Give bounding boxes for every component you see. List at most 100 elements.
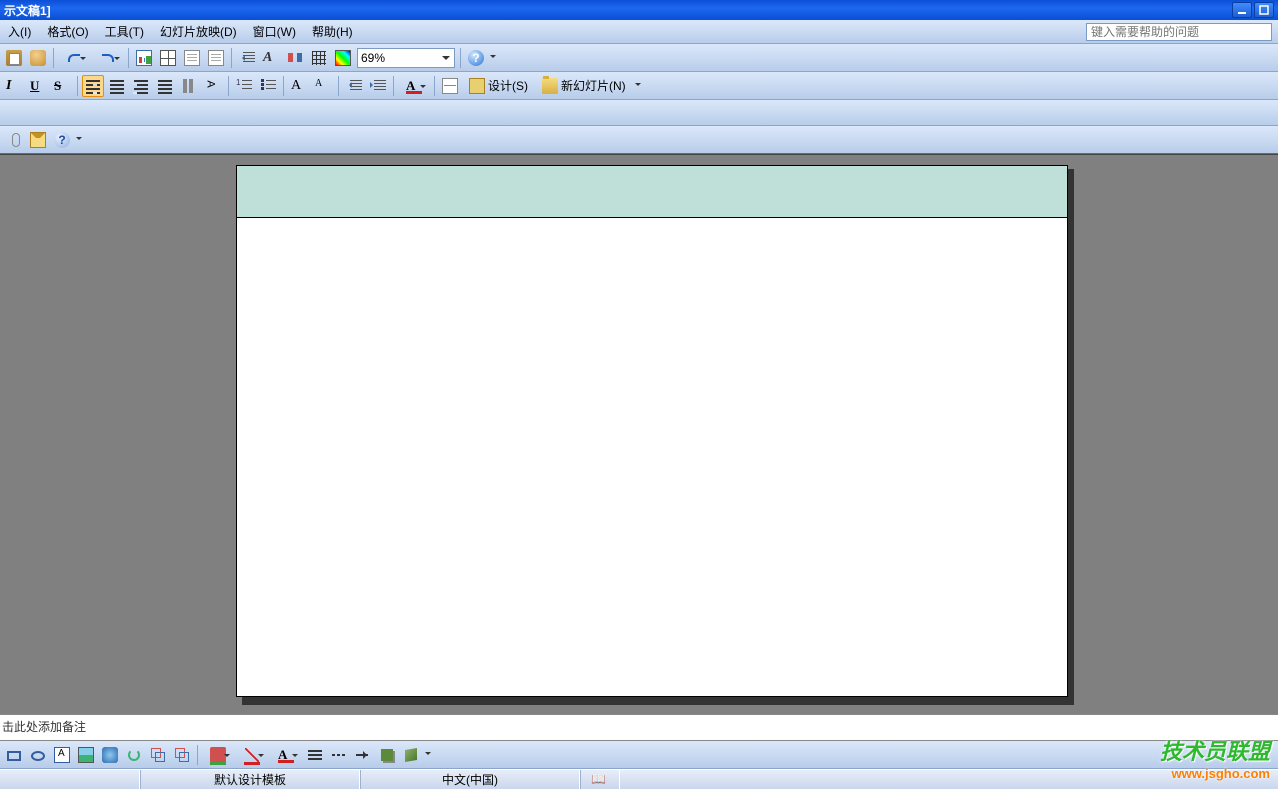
paperclip-icon bbox=[12, 133, 20, 147]
order-tool[interactable] bbox=[171, 744, 193, 766]
line-weight-tool[interactable] bbox=[304, 744, 326, 766]
review-help-button[interactable]: ? bbox=[51, 129, 73, 151]
menu-format[interactable]: 格式(O) bbox=[39, 23, 96, 40]
maximize-button[interactable] bbox=[1254, 2, 1274, 18]
help-search-input[interactable] bbox=[1086, 23, 1272, 41]
align-right-button[interactable] bbox=[130, 75, 152, 97]
toolbar-overflow[interactable] bbox=[488, 47, 498, 69]
fill-color-tool[interactable] bbox=[202, 744, 234, 766]
rotate-tool[interactable] bbox=[123, 744, 145, 766]
slide-canvas[interactable] bbox=[236, 165, 1068, 697]
shadow-tool[interactable] bbox=[376, 744, 398, 766]
paste-button[interactable] bbox=[3, 47, 25, 69]
zoom-value: 69% bbox=[361, 51, 385, 65]
mail-button[interactable] bbox=[27, 129, 49, 151]
strikethrough-button[interactable]: S bbox=[51, 75, 73, 97]
design-button[interactable]: 设计(S) bbox=[462, 75, 535, 97]
table-icon bbox=[160, 50, 176, 66]
slide-title-placeholder[interactable] bbox=[237, 166, 1067, 218]
textbox-icon bbox=[54, 747, 70, 763]
columns-button[interactable] bbox=[178, 75, 200, 97]
ruler-button[interactable] bbox=[439, 75, 461, 97]
undo-icon bbox=[66, 50, 82, 66]
arrow-style-tool[interactable] bbox=[352, 744, 374, 766]
window-title: 示文稿1] bbox=[4, 2, 51, 19]
menu-slideshow[interactable]: 幻灯片放映(D) bbox=[152, 23, 245, 40]
ellipse-tool[interactable] bbox=[27, 744, 49, 766]
line-dash-tool[interactable] bbox=[328, 744, 350, 766]
format-painter-button[interactable] bbox=[27, 47, 49, 69]
mail-icon bbox=[30, 132, 46, 148]
aa-icon: A bbox=[263, 50, 279, 66]
color-swatch-icon bbox=[335, 50, 351, 66]
bullet-list-button[interactable] bbox=[257, 75, 279, 97]
textbox-tool[interactable] bbox=[51, 744, 73, 766]
increase-font-button[interactable]: A bbox=[288, 75, 310, 97]
insert-chart-button[interactable] bbox=[133, 47, 155, 69]
undo-button[interactable] bbox=[58, 47, 90, 69]
align-center-button[interactable] bbox=[106, 75, 128, 97]
status-book-icon: 📖 bbox=[591, 772, 607, 788]
menu-help[interactable]: 帮助(H) bbox=[304, 23, 361, 40]
increase-indent-button[interactable] bbox=[367, 75, 389, 97]
status-language-cell: 中文(中国) bbox=[360, 770, 580, 789]
italic-button[interactable]: I bbox=[3, 75, 25, 97]
insert-document-button[interactable] bbox=[181, 47, 203, 69]
attach-button[interactable] bbox=[3, 129, 25, 151]
slide-workspace[interactable] bbox=[0, 154, 1278, 714]
align-justify-icon bbox=[157, 78, 173, 94]
rectangle-tool[interactable] bbox=[3, 744, 25, 766]
zoom-combobox[interactable]: 69% bbox=[357, 48, 455, 68]
align-left-button[interactable] bbox=[82, 75, 104, 97]
design-icon bbox=[469, 78, 485, 94]
ruler-icon bbox=[442, 78, 458, 94]
toggle-pane-button[interactable] bbox=[284, 47, 306, 69]
brush-icon bbox=[30, 50, 46, 66]
clipboard-icon bbox=[6, 50, 22, 66]
outdent-paragraph-button[interactable] bbox=[236, 47, 258, 69]
new-slide-button[interactable]: 新幻灯片(N) bbox=[535, 75, 633, 97]
notes-pane[interactable]: 击此处添加备注 bbox=[0, 714, 1278, 741]
decrease-indent-icon bbox=[346, 78, 362, 94]
font-color-button[interactable]: A bbox=[398, 75, 430, 97]
minimize-button[interactable] bbox=[1232, 2, 1252, 18]
insert-picture-tool[interactable] bbox=[75, 744, 97, 766]
autoshape-icon bbox=[102, 747, 118, 763]
question-icon: ? bbox=[54, 132, 70, 148]
align-justify-button[interactable] bbox=[154, 75, 176, 97]
redo-button[interactable] bbox=[92, 47, 124, 69]
review-overflow[interactable] bbox=[74, 129, 84, 151]
numbered-list-icon bbox=[236, 78, 252, 94]
text-direction-button[interactable] bbox=[202, 75, 224, 97]
group-tool[interactable] bbox=[147, 744, 169, 766]
decrease-font-button[interactable]: A bbox=[312, 75, 334, 97]
toolbar2-overflow[interactable] bbox=[633, 75, 643, 97]
review-toolbar: ? bbox=[0, 126, 1278, 154]
shadow-icon bbox=[381, 749, 393, 761]
ellipse-icon bbox=[31, 751, 45, 761]
drawing-overflow[interactable] bbox=[423, 744, 433, 766]
font-color-tool[interactable]: A bbox=[270, 744, 302, 766]
insert-table-button[interactable] bbox=[157, 47, 179, 69]
insert-object-button[interactable] bbox=[205, 47, 227, 69]
new-slide-label: 新幻灯片(N) bbox=[561, 77, 626, 94]
menu-window[interactable]: 窗口(W) bbox=[245, 23, 304, 40]
picture-icon bbox=[78, 747, 94, 763]
help-button[interactable]: ? bbox=[465, 47, 487, 69]
font-decrease-icon: A bbox=[315, 78, 331, 94]
font-color-icon: A bbox=[406, 78, 422, 94]
decrease-indent-button[interactable] bbox=[343, 75, 365, 97]
color-button[interactable] bbox=[332, 47, 354, 69]
formatting-toolbar: I U S A A A 设计(S) 新幻灯片(N) bbox=[0, 72, 1278, 100]
line-color-tool[interactable] bbox=[236, 744, 268, 766]
autoshapes-tool[interactable] bbox=[99, 744, 121, 766]
watermark: 技术员联盟 www.jsgho.com bbox=[1160, 734, 1270, 781]
menu-insert[interactable]: 入(I) bbox=[0, 23, 39, 40]
menu-tools[interactable]: 工具(T) bbox=[97, 23, 152, 40]
format-aa-button[interactable]: A bbox=[260, 47, 282, 69]
toolbar-spacer bbox=[0, 100, 1278, 126]
underline-button[interactable]: U bbox=[27, 75, 49, 97]
show-grid-button[interactable] bbox=[308, 47, 330, 69]
numbered-list-button[interactable] bbox=[233, 75, 255, 97]
3d-tool[interactable] bbox=[400, 744, 422, 766]
